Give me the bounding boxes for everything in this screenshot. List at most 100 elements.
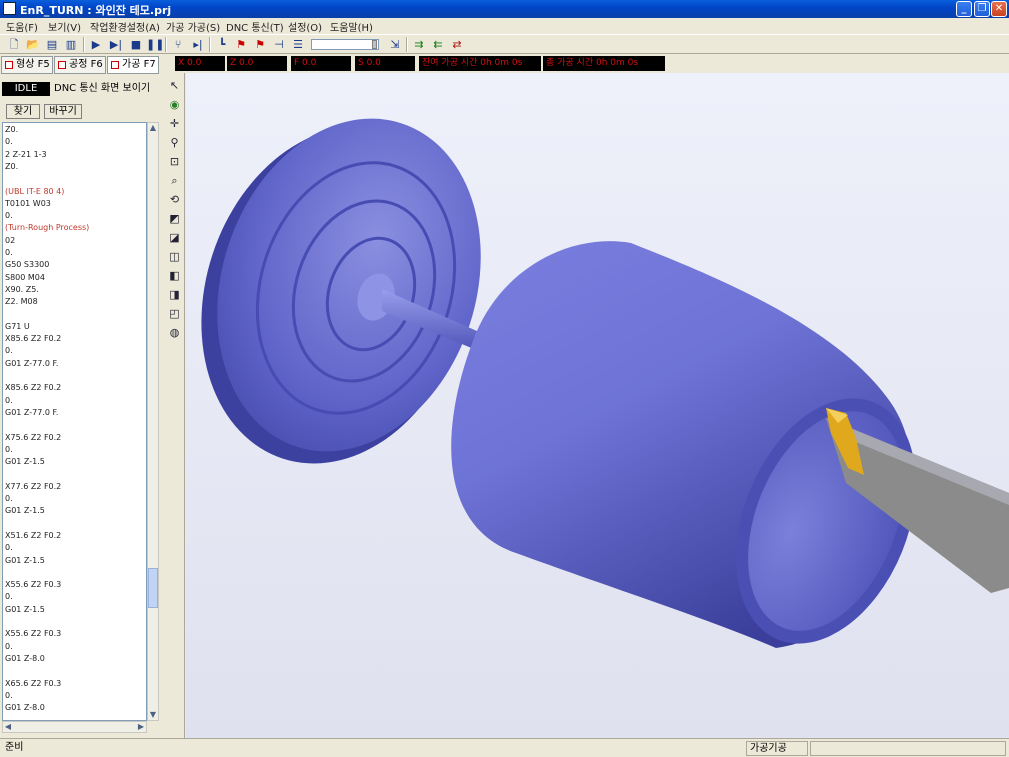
view-side-icon[interactable]: ◧ xyxy=(168,269,181,282)
scroll-right-icon[interactable]: ▶ xyxy=(136,722,146,732)
open-icon[interactable]: 📂 xyxy=(25,37,41,52)
view-back-icon[interactable]: ◨ xyxy=(168,288,181,301)
code-line: 0. xyxy=(5,543,13,553)
tab-process[interactable]: 공정 F6 xyxy=(54,56,106,74)
select-icon[interactable]: ↖ xyxy=(168,79,181,92)
code-line: 02 xyxy=(5,235,16,245)
app-icon xyxy=(3,2,16,15)
next-icon[interactable]: ▸| xyxy=(190,37,206,52)
arrow-swap-icon[interactable]: ⇄ xyxy=(449,37,465,52)
code-line: 0. xyxy=(5,346,13,356)
replace-button[interactable]: 바꾸기 xyxy=(44,104,82,119)
save-icon[interactable]: ▤ xyxy=(44,37,60,52)
code-line: X55.6 Z2 F0.3 xyxy=(5,629,62,639)
pause-icon[interactable]: ❚❚ xyxy=(146,37,164,52)
code-line: 2 Z-21 1-3 xyxy=(5,149,47,159)
vertical-scrollbar[interactable]: ▲ ▼ xyxy=(147,122,159,721)
window-title: EnR_TURN : 와인잔 테모.prj xyxy=(20,4,172,17)
code-line: 0. xyxy=(5,494,13,503)
scroll-down-icon[interactable]: ▼ xyxy=(148,710,158,720)
tab-machining[interactable]: 가공 F7 xyxy=(107,56,159,74)
eye-icon[interactable]: ◉ xyxy=(168,98,181,111)
status-bar: 준비 가공기공 xyxy=(0,738,1009,757)
tool-icon[interactable]: ⑂ xyxy=(170,37,186,52)
3d-viewport[interactable] xyxy=(186,73,1009,738)
flag-icon[interactable]: ⚑ xyxy=(233,37,249,52)
code-line: X55.6 Z2 F0.3 xyxy=(5,580,62,590)
tab-shape[interactable]: 형상 F5 xyxy=(1,56,53,74)
code-line: 0. xyxy=(5,592,13,602)
flag-icon xyxy=(58,61,66,69)
code-line: G01 Z-8.0 xyxy=(5,703,45,713)
close-button[interactable]: ✕ xyxy=(991,1,1007,17)
code-line: (UBL IT-E 80 4) xyxy=(5,186,65,196)
title-bar: EnR_TURN : 와인잔 테모.prj _ ❐ ✕ xyxy=(0,0,1009,18)
shade-icon[interactable]: ◍ xyxy=(168,326,181,339)
find-button[interactable]: 찾기 xyxy=(6,104,40,119)
code-line: G01 Z-1.5 xyxy=(5,555,45,565)
code-line: 0. xyxy=(5,248,13,257)
code-line: G01 Z-1.5 xyxy=(5,506,45,516)
code-line: Z2. M08 xyxy=(5,297,38,307)
menu-dnc[interactable]: DNC 통신(T) xyxy=(226,19,284,34)
flag-icon-2[interactable]: ⚑ xyxy=(252,37,268,52)
scroll-left-icon[interactable]: ◀ xyxy=(3,722,13,732)
readout-x: X 0.0 xyxy=(175,56,225,71)
scroll-thumb[interactable] xyxy=(148,568,158,608)
code-line: T0101 W03 xyxy=(5,198,51,208)
menu-file[interactable]: 도움(F) xyxy=(6,19,38,34)
code-line: 0. xyxy=(5,211,13,221)
readout-z: Z 0.0 xyxy=(227,56,287,71)
pan-icon[interactable]: ✛ xyxy=(168,117,181,130)
view-iso-icon[interactable]: ◩ xyxy=(168,212,181,225)
view-top-icon[interactable]: ◫ xyxy=(168,250,181,263)
horizontal-scrollbar[interactable]: ◀ ▶ xyxy=(2,721,147,733)
view-toolbar: ↖ ◉ ✛ ⚲ ⊡ ⌕ ⟲ ◩ ◪ ◫ ◧ ◨ ◰ ◍ xyxy=(165,73,185,738)
code-line: Z0. xyxy=(5,125,19,134)
zoom-fit-icon[interactable]: ⌕ xyxy=(168,174,181,187)
maximize-button[interactable]: ❐ xyxy=(974,1,990,17)
code-line: 0. xyxy=(5,690,13,700)
separator xyxy=(165,37,167,52)
arrow-right-icon[interactable]: ⇉ xyxy=(411,37,427,52)
graph-icon[interactable]: ┗ xyxy=(214,37,230,52)
readout-f: F 0.0 xyxy=(291,56,351,71)
nc-code-list[interactable]: Z0. 0. 2 Z-21 1-3 Z0. (UBL IT-E 80 4) T0101 W… xyxy=(2,122,147,721)
menu-bar: 도움(F) 보기(V) 작업환경설정(A) 가공 가공(S) DNC 통신(T)… xyxy=(0,18,1009,34)
slider-knob[interactable] xyxy=(372,40,377,49)
readout-s: S 0.0 xyxy=(355,56,415,71)
speed-slider[interactable] xyxy=(311,39,379,50)
view-bottom-icon[interactable]: ◰ xyxy=(168,307,181,320)
zoom-icon[interactable]: ⚲ xyxy=(168,136,181,149)
dnc-toggle[interactable]: DNC 통신 화면 보이기 xyxy=(54,82,150,96)
view-front-icon[interactable]: ◪ xyxy=(168,231,181,244)
separator xyxy=(83,37,85,52)
menu-settings[interactable]: 설정(O) xyxy=(288,19,322,34)
wine-glass-model xyxy=(201,118,1009,648)
code-line: G01 Z-77.0 F. xyxy=(5,407,59,417)
code-line: X75.6 Z2 F0.2 xyxy=(5,432,62,442)
code-line: X65.6 Z2 F0.3 xyxy=(5,678,62,688)
arrow-left-icon[interactable]: ⇇ xyxy=(430,37,446,52)
export-icon[interactable]: ⇲ xyxy=(387,37,403,52)
status-mode: 가공기공 xyxy=(746,741,808,756)
scroll-up-icon[interactable]: ▲ xyxy=(148,123,158,133)
zoom-window-icon[interactable]: ⊡ xyxy=(168,155,181,168)
play-icon[interactable]: ▶ xyxy=(88,37,104,52)
minimize-button[interactable]: _ xyxy=(956,1,972,17)
list-icon[interactable]: ☰ xyxy=(290,37,306,52)
rotate-icon[interactable]: ⟲ xyxy=(168,193,181,206)
stop-icon[interactable]: ■ xyxy=(128,37,144,52)
code-line: G01 Z-1.5 xyxy=(5,457,45,467)
step-icon[interactable]: ▶| xyxy=(108,37,124,52)
new-icon[interactable]: 🗋 xyxy=(6,37,22,52)
save-all-icon[interactable]: ▥ xyxy=(63,37,79,52)
code-line: X85.6 Z2 F0.2 xyxy=(5,334,62,344)
menu-workenv[interactable]: 작업환경설정(A) xyxy=(90,19,160,34)
menu-machining[interactable]: 가공 가공(S) xyxy=(166,19,220,34)
readout-bar: X 0.0 Z 0.0 F 0.0 S 0.0 잔여 가공 시간 0h 0m 0… xyxy=(175,56,665,71)
bar-icon[interactable]: ⊣ xyxy=(271,37,287,52)
menu-view[interactable]: 보기(V) xyxy=(48,19,81,34)
menu-help[interactable]: 도움말(H) xyxy=(330,19,373,34)
code-line: G01 Z-77.0 F. xyxy=(5,358,59,368)
